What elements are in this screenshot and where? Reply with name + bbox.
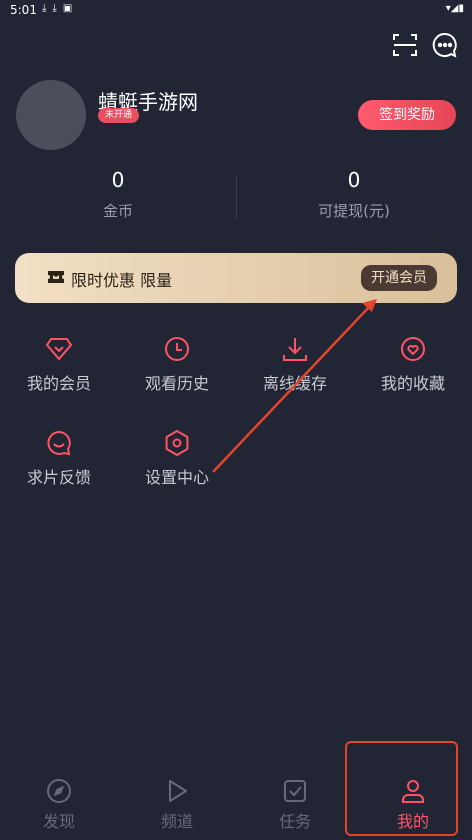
coins-value: 0 <box>111 168 125 192</box>
tab-tasks[interactable]: 任务 <box>236 778 354 832</box>
coins-label: 金币 <box>102 202 133 220</box>
tab-label: 频道 <box>160 812 193 831</box>
menu-item-offline-cache[interactable]: 离线缓存 <box>236 336 354 394</box>
top-actions <box>392 32 458 58</box>
menu-label: 我的收藏 <box>380 374 445 393</box>
sign-in-reward-button[interactable]: 签到奖励 <box>358 100 456 130</box>
open-vip-button[interactable]: 开通会员 <box>361 265 437 291</box>
menu-label: 求片反馈 <box>26 468 91 487</box>
menu-item-membership[interactable]: 我的会员 <box>0 336 118 394</box>
message-icon[interactable] <box>432 32 458 58</box>
tab-label: 任务 <box>278 812 311 831</box>
ticket-icon <box>48 271 64 283</box>
withdrawable-value: 0 <box>347 168 361 192</box>
task-check-icon <box>284 780 306 802</box>
withdrawable-stat[interactable]: 0 可提现(元) <box>236 168 472 221</box>
system-status-icons: ▾◢▮ <box>445 3 464 14</box>
annotation-highlight-box <box>345 741 458 836</box>
coins-stat[interactable]: 0 金币 <box>0 168 236 221</box>
chat-bubble-icon <box>47 430 71 456</box>
scan-icon[interactable] <box>392 32 418 58</box>
notification-icons: ⤓⤓▣ <box>42 3 79 14</box>
compass-icon <box>47 779 71 803</box>
avatar[interactable] <box>16 80 86 150</box>
menu-item-history[interactable]: 观看历史 <box>118 336 236 394</box>
tab-channel[interactable]: 频道 <box>118 778 236 832</box>
menu-label: 观看历史 <box>144 374 209 393</box>
vip-promo-text: 限时优惠 限量 <box>71 271 173 290</box>
menu-item-favorites[interactable]: 我的收藏 <box>354 336 472 394</box>
menu-label: 我的会员 <box>26 374 91 393</box>
withdrawable-label: 可提现(元) <box>318 202 390 220</box>
clock-icon <box>165 337 189 361</box>
menu-item-settings[interactable]: 设置中心 <box>118 430 236 488</box>
menu-label: 离线缓存 <box>262 374 327 393</box>
tab-discover[interactable]: 发现 <box>0 778 118 832</box>
vip-status-badge: 未开通 <box>98 108 140 123</box>
stats-row: 0 金币 0 可提现(元) <box>0 168 472 228</box>
tab-label: 发现 <box>42 812 75 831</box>
menu-item-request-feedback[interactable]: 求片反馈 <box>0 430 118 488</box>
download-icon <box>283 338 307 361</box>
status-bar: 5:01 ⤓⤓▣ ▾◢▮ <box>0 0 472 22</box>
menu-label: 设置中心 <box>144 468 209 487</box>
heart-icon <box>401 337 425 361</box>
status-time: 5:01 <box>10 3 37 17</box>
vip-promo-banner[interactable]: 限时优惠 限量 开通会员 <box>15 253 457 303</box>
diamond-heart-icon <box>46 338 72 360</box>
play-icon <box>169 780 187 802</box>
hexagon-settings-icon <box>165 430 189 456</box>
